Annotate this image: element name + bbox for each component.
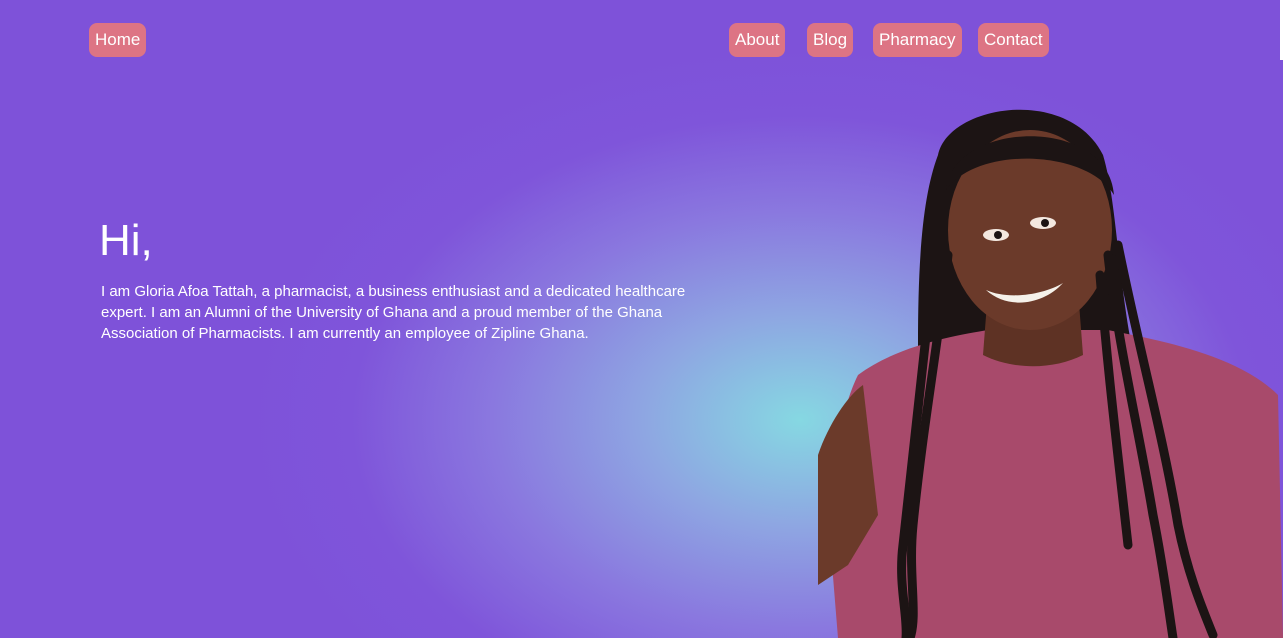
portrait-photo <box>818 109 1283 638</box>
hero-bio: I am Gloria Afoa Tattah, a pharmacist, a… <box>101 283 686 342</box>
shirt <box>828 330 1283 638</box>
nav-contact-button[interactable]: Contact <box>978 23 1049 57</box>
nav-about-button[interactable]: About <box>729 23 786 57</box>
nav-home-button[interactable]: Home <box>89 23 147 57</box>
nav-blog-button[interactable]: Blog <box>807 23 854 57</box>
hero-greeting: Hi, <box>99 216 153 265</box>
nav-pharmacy-button[interactable]: Pharmacy <box>873 23 962 57</box>
